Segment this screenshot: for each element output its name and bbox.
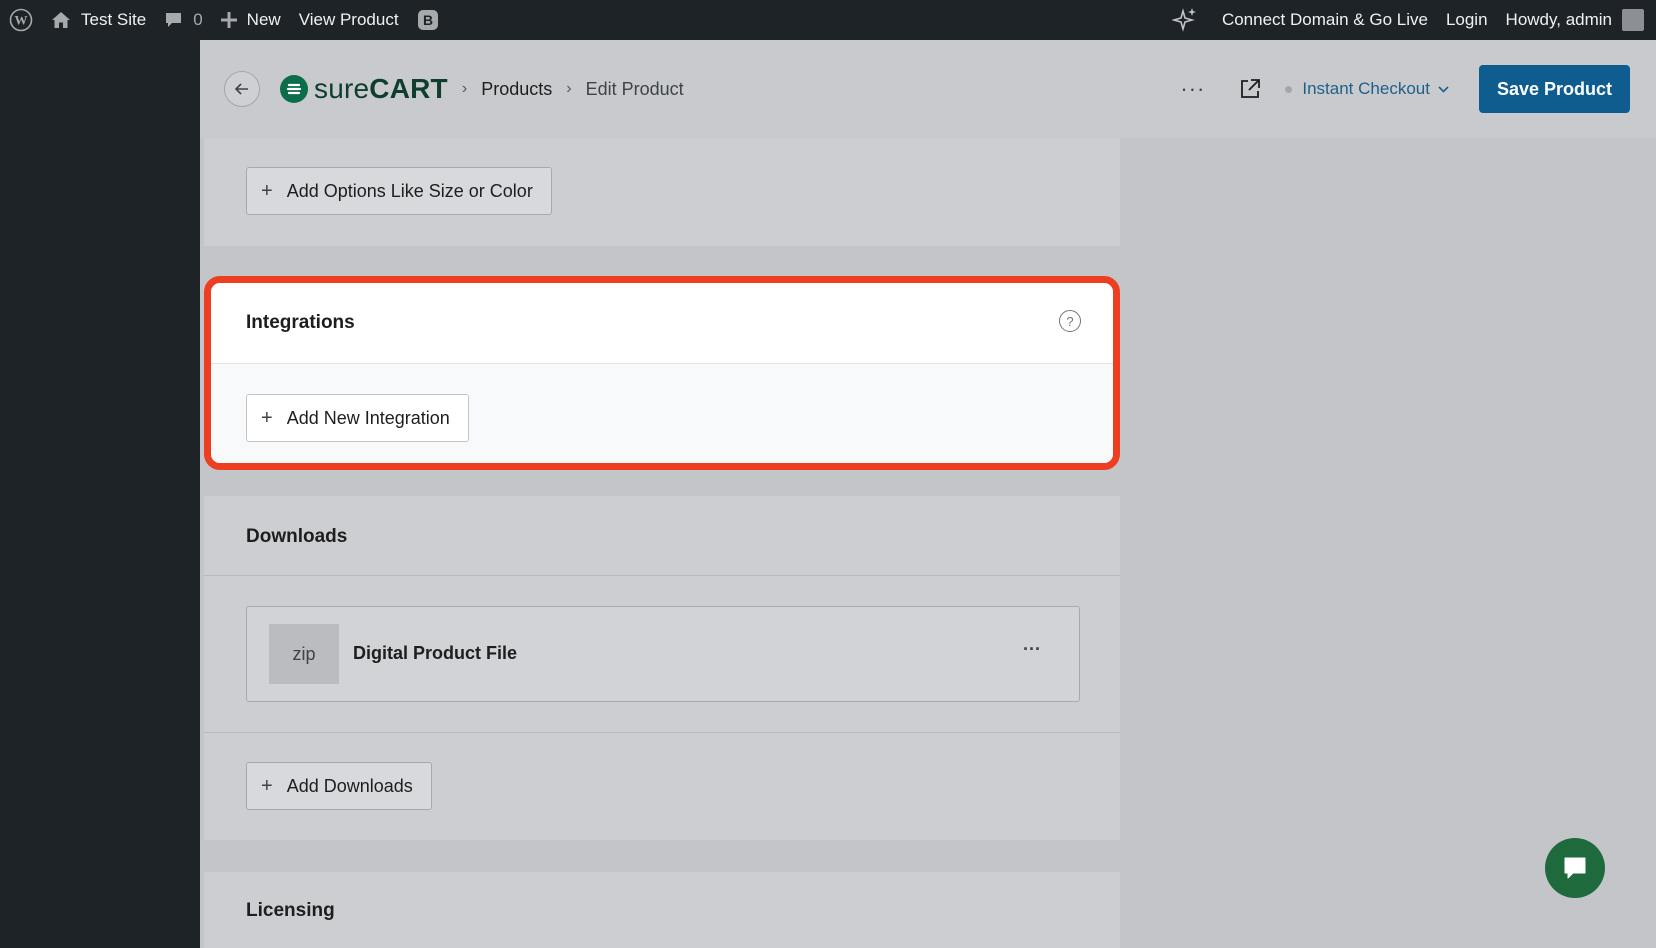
svg-text:B: B xyxy=(422,12,432,28)
connect-domain-label: Connect Domain & Go Live xyxy=(1221,10,1428,29)
downloads-card: Downloads zip Digital Product File ··· +… xyxy=(204,496,1120,840)
integrations-title: Integrations xyxy=(246,312,355,333)
builder-b-icon[interactable]: B xyxy=(408,0,448,40)
login-link[interactable]: Login xyxy=(1437,0,1497,40)
integrations-card-header: Integrations ? xyxy=(211,283,1113,363)
breadcrumb-separator-icon: › xyxy=(461,80,468,97)
file-more-icon[interactable]: ··· xyxy=(1023,639,1041,660)
more-horizontal-icon[interactable]: ··· xyxy=(1180,76,1205,102)
surecart-wordmark: sureCART xyxy=(314,73,448,104)
wp-admin-bar: W Test Site 0 New View Product B Connect… xyxy=(0,0,1656,40)
plus-icon xyxy=(220,12,237,28)
home-icon xyxy=(51,11,71,29)
add-options-label: Add Options Like Size or Color xyxy=(286,180,533,201)
save-product-button[interactable]: Save Product xyxy=(1478,65,1630,113)
breadcrumb-edit-product: Edit Product xyxy=(585,78,684,99)
breadcrumb-products[interactable]: Products xyxy=(481,79,552,100)
wp-admin-menu xyxy=(0,40,200,948)
product-editor-header: sureCART › Products › Edit Product ··· I… xyxy=(200,40,1656,138)
avatar xyxy=(1622,9,1644,31)
login-label: Login xyxy=(1445,10,1488,29)
arrow-left-icon xyxy=(235,83,248,95)
variants-card: + Add Options Like Size or Color xyxy=(204,138,1120,246)
licensing-card: Licensing xyxy=(204,872,1120,948)
add-new-integration-button[interactable]: + Add New Integration xyxy=(246,394,469,442)
add-downloads-label: Add Downloads xyxy=(286,775,413,796)
new-content-link[interactable]: New xyxy=(212,0,290,40)
add-downloads-button[interactable]: + Add Downloads xyxy=(246,762,432,810)
sparkle-ai-icon[interactable] xyxy=(1163,0,1207,40)
comments-link[interactable]: 0 xyxy=(155,0,211,40)
comments-count: 0 xyxy=(193,10,203,29)
plus-icon: + xyxy=(261,179,273,202)
wordpress-logo-icon[interactable]: W xyxy=(0,0,42,40)
status-dot xyxy=(1285,85,1293,93)
add-new-integration-label: Add New Integration xyxy=(286,407,450,428)
chat-support-button[interactable] xyxy=(1545,838,1605,898)
download-file-row[interactable]: zip Digital Product File ··· xyxy=(246,606,1080,702)
integrations-card: Integrations ? + Add New Integration xyxy=(204,276,1120,470)
site-name-link[interactable]: Test Site xyxy=(42,0,155,40)
back-button[interactable] xyxy=(224,71,260,107)
add-options-button[interactable]: + Add Options Like Size or Color xyxy=(246,167,552,215)
instant-checkout-label: Instant Checkout xyxy=(1302,79,1430,98)
instant-checkout-dropdown[interactable]: Instant Checkout xyxy=(1302,79,1449,99)
howdy-label: Howdy, admin xyxy=(1505,10,1612,29)
chat-bubble-icon xyxy=(1564,857,1586,879)
downloads-title: Downloads xyxy=(246,526,348,547)
view-product-label: View Product xyxy=(298,10,399,29)
new-label: New xyxy=(246,10,281,29)
surecart-logo-icon xyxy=(280,75,308,103)
account-menu[interactable]: Howdy, admin xyxy=(1497,0,1656,40)
plus-icon: + xyxy=(261,406,273,429)
integrations-card-body: + Add New Integration xyxy=(211,363,1113,463)
plus-icon: + xyxy=(261,774,273,797)
licensing-title: Licensing xyxy=(246,900,335,921)
connect-domain-link[interactable]: Connect Domain & Go Live xyxy=(1213,0,1437,40)
site-name-label: Test Site xyxy=(81,10,147,29)
chevron-down-icon xyxy=(1438,82,1449,96)
downloads-divider xyxy=(204,732,1120,733)
view-product-link[interactable]: View Product xyxy=(290,0,408,40)
breadcrumb-separator-icon: › xyxy=(566,80,572,97)
svg-text:W: W xyxy=(15,13,28,28)
help-circle-icon[interactable]: ? xyxy=(1059,310,1081,332)
file-name: Digital Product File xyxy=(353,643,518,663)
comment-bubble-icon xyxy=(164,11,183,29)
downloads-divider xyxy=(204,575,1120,576)
surecart-logo[interactable]: sureCART xyxy=(280,73,448,105)
external-link-icon[interactable] xyxy=(1239,78,1261,100)
file-type-thumbnail: zip xyxy=(269,624,339,684)
